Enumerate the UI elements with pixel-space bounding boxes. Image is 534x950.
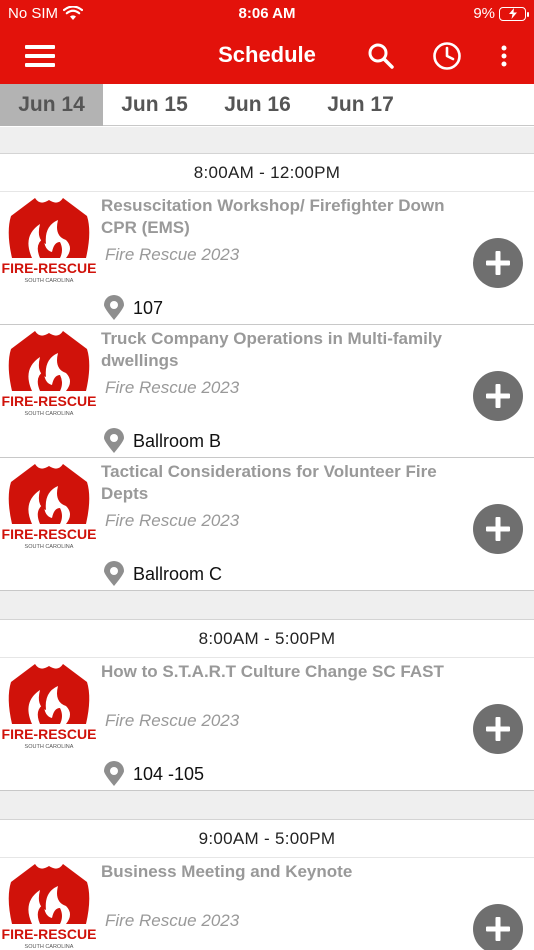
session-organization: Fire Rescue 2023 — [105, 245, 240, 264]
tab-jun-17[interactable]: Jun 17 — [309, 84, 412, 126]
fire-rescue-logo: FIRE-RESCUE SOUTH CAROLINA — [2, 331, 96, 417]
session-location: 104 -105 — [103, 761, 204, 787]
session-location: 107 — [103, 295, 163, 321]
add-to-schedule-button[interactable] — [473, 704, 523, 754]
location-label: Ballroom C — [133, 563, 223, 584]
more-vertical-icon — [501, 45, 507, 67]
section-divider — [0, 591, 534, 620]
history-button[interactable] — [427, 36, 467, 76]
svg-text:FIRE-RESCUE: FIRE-RESCUE — [2, 926, 96, 942]
hamburger-menu-icon — [25, 45, 55, 67]
svg-text:FIRE-RESCUE: FIRE-RESCUE — [2, 393, 96, 409]
battery-icon — [499, 6, 529, 21]
svg-text:SOUTH CAROLINA: SOUTH CAROLINA — [25, 278, 74, 284]
session-item[interactable]: FIRE-RESCUE SOUTH CAROLINA Truck Company… — [0, 325, 534, 458]
time-slot-header: 9:00AM - 5:00PM — [0, 820, 534, 858]
tab-jun-15[interactable]: Jun 15 — [103, 84, 206, 126]
status-bar: No SIM 8:06 AM 9% — [0, 0, 534, 28]
menu-button[interactable] — [20, 36, 60, 76]
location-pin-icon — [104, 561, 124, 586]
tab-jun-16[interactable]: Jun 16 — [206, 84, 309, 126]
session-title: Business Meeting and Keynote — [101, 862, 353, 881]
tab-jun-14[interactable]: Jun 14 — [0, 84, 103, 126]
section-divider — [0, 791, 534, 820]
session-title: Tactical Considerations for Volunteer Fi… — [101, 462, 437, 503]
session-organization: Fire Rescue 2023 — [105, 711, 240, 730]
plus-icon — [486, 717, 510, 741]
session-organization: Fire Rescue 2023 — [105, 378, 240, 397]
session-location: Ballroom C — [103, 561, 222, 587]
section-divider — [0, 127, 534, 154]
session-organization: Fire Rescue 2023 — [105, 911, 240, 930]
search-icon — [368, 43, 394, 69]
status-time: 8:06 AM — [238, 5, 296, 22]
svg-text:SOUTH CAROLINA: SOUTH CAROLINA — [25, 411, 74, 417]
clock-icon — [433, 42, 461, 70]
fire-rescue-logo: FIRE-RESCUE SOUTH CAROLINA — [2, 464, 96, 550]
time-slot-header: 8:00AM - 12:00PM — [0, 154, 534, 192]
location-pin-icon — [104, 761, 124, 786]
add-to-schedule-button[interactable] — [473, 904, 523, 950]
battery-info: 9% — [473, 5, 529, 22]
session-item[interactable]: FIRE-RESCUE SOUTH CAROLINA Tactical Cons… — [0, 458, 534, 591]
session-location: Ballroom B — [103, 428, 221, 454]
fire-rescue-logo: FIRE-RESCUE SOUTH CAROLINA — [2, 198, 96, 284]
location-label: 104 -105 — [133, 763, 205, 784]
session-title: Resuscitation Workshop/ Firefighter Down… — [101, 196, 445, 237]
session-item[interactable]: FIRE-RESCUE SOUTH CAROLINA Resuscitation… — [0, 192, 534, 325]
plus-icon — [486, 251, 510, 275]
location-pin-icon — [104, 295, 124, 320]
svg-text:FIRE-RESCUE: FIRE-RESCUE — [2, 726, 96, 742]
location-label: Ballroom B — [133, 430, 222, 451]
session-item[interactable]: FIRE-RESCUE SOUTH CAROLINA Business Meet… — [0, 858, 534, 950]
session-title: Truck Company Operations in Multi-family… — [101, 329, 442, 370]
charging-bolt-icon — [508, 8, 517, 19]
location-pin-icon — [104, 428, 124, 453]
session-organization: Fire Rescue 2023 — [105, 511, 240, 530]
svg-text:SOUTH CAROLINA: SOUTH CAROLINA — [25, 944, 74, 950]
more-options-button[interactable] — [484, 36, 524, 76]
app-bar: Schedule — [0, 28, 534, 84]
session-item[interactable]: FIRE-RESCUE SOUTH CAROLINA How to S.T.A.… — [0, 658, 534, 791]
date-tabs: Jun 14 Jun 15 Jun 16 Jun 17 — [0, 84, 534, 126]
session-title: How to S.T.A.R.T Culture Change SC FAST — [101, 662, 444, 681]
svg-text:FIRE-RESCUE: FIRE-RESCUE — [2, 260, 96, 276]
add-to-schedule-button[interactable] — [473, 371, 523, 421]
time-slot-header: 8:00AM - 5:00PM — [0, 620, 534, 658]
fire-rescue-logo: FIRE-RESCUE SOUTH CAROLINA — [2, 864, 96, 950]
svg-text:FIRE-RESCUE: FIRE-RESCUE — [2, 526, 96, 542]
search-button[interactable] — [361, 36, 401, 76]
plus-icon — [486, 517, 510, 541]
plus-icon — [486, 384, 510, 408]
add-to-schedule-button[interactable] — [473, 504, 523, 554]
svg-text:SOUTH CAROLINA: SOUTH CAROLINA — [25, 744, 74, 750]
plus-icon — [486, 917, 510, 941]
svg-text:SOUTH CAROLINA: SOUTH CAROLINA — [25, 544, 74, 550]
fire-rescue-logo: FIRE-RESCUE SOUTH CAROLINA — [2, 664, 96, 750]
battery-percent: 9% — [473, 5, 495, 22]
add-to-schedule-button[interactable] — [473, 238, 523, 288]
location-label: 107 — [133, 297, 164, 318]
